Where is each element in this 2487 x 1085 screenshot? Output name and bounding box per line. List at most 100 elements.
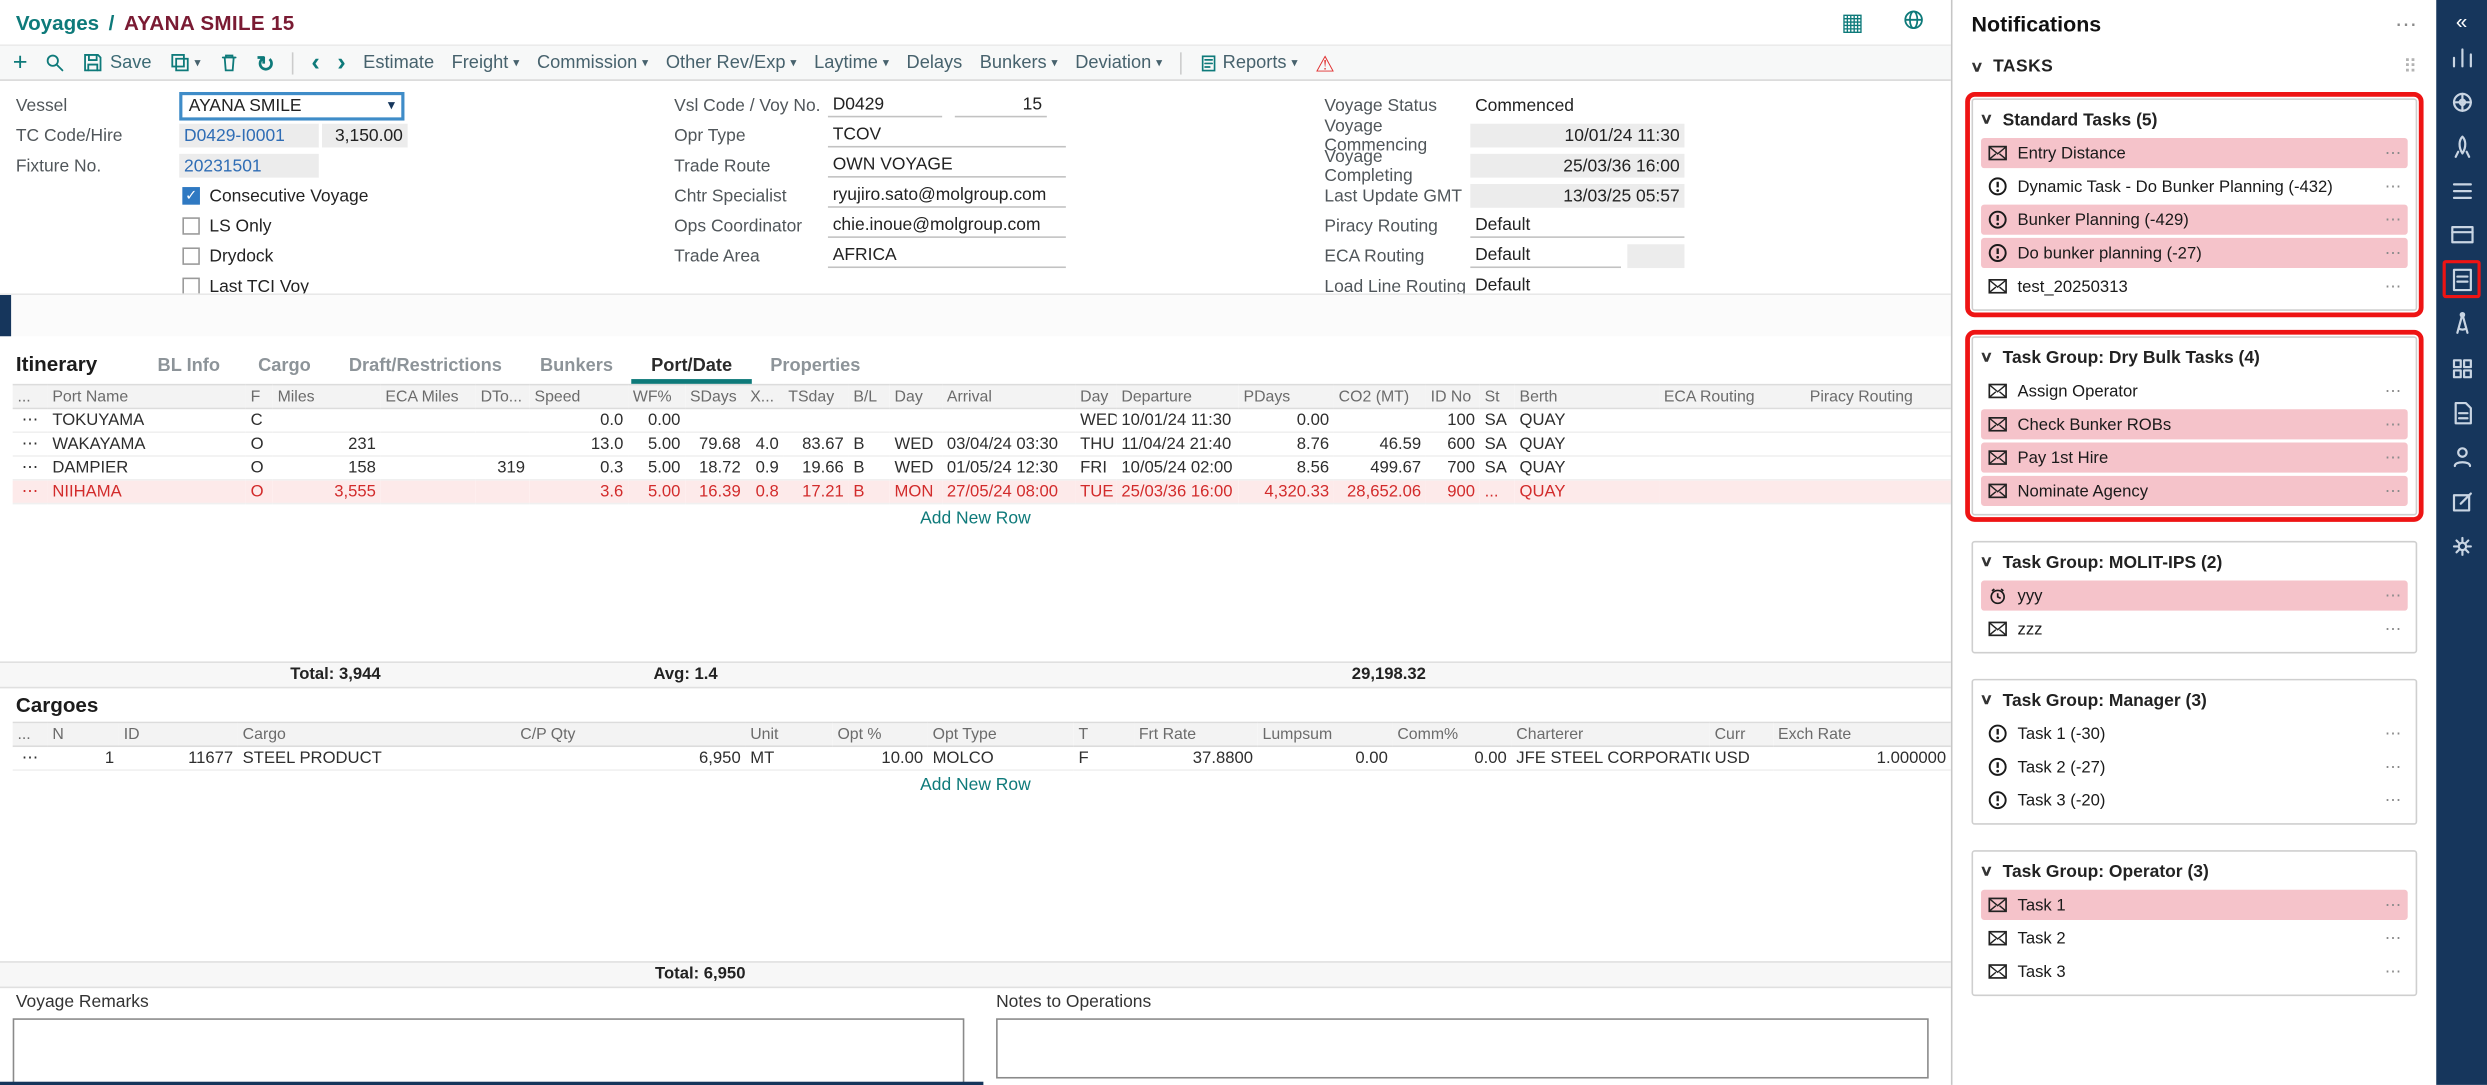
cell-opt-type[interactable]: MOLCO (928, 746, 1074, 770)
trade-route-field[interactable]: OWN VOYAGE (828, 154, 1066, 178)
cell-arrival[interactable]: 01/05/24 12:30 (942, 456, 1075, 480)
cell-st[interactable]: ... (1480, 480, 1515, 504)
cell-id-no[interactable]: 900 (1426, 480, 1480, 504)
cell-f[interactable]: C (246, 408, 273, 432)
row-menu-icon[interactable]: ⋯ (13, 408, 48, 432)
sidebar-item-helm[interactable] (2443, 82, 2481, 120)
cell-tsday[interactable]: 17.21 (784, 480, 849, 504)
cell-day-dep[interactable]: TUE (1075, 480, 1116, 504)
cell-tsday[interactable]: 19.66 (784, 456, 849, 480)
breadcrumb-voyages-link[interactable]: Voyages (16, 10, 99, 34)
cell-piracy-routing[interactable] (1805, 408, 1951, 432)
sidebar-item-analytics[interactable] (2443, 38, 2481, 76)
menu-deviation[interactable]: Deviation▾ (1075, 53, 1162, 72)
task-group-header[interactable]: ∨ Task Group: Manager (3) (1981, 685, 2408, 715)
cargo-row[interactable]: ⋯ 1 11677 STEEL PRODUCT 6,950 MT 10.00 M… (13, 746, 1951, 770)
task-menu-icon[interactable]: ⋯ (2385, 415, 2402, 434)
task-item[interactable]: Task 2 (-27) ⋯ (1981, 752, 2408, 782)
checkbox-drydock[interactable]: ✓ Drydock (182, 244, 407, 268)
cell-x[interactable]: 0.9 (745, 456, 783, 480)
sidebar-item-document[interactable] (2443, 393, 2481, 431)
task-item[interactable]: Nominate Agency ⋯ (1981, 476, 2408, 506)
cell-day-arr[interactable]: MON (890, 480, 942, 504)
menu-estimate[interactable]: Estimate (363, 53, 434, 72)
checkbox-box[interactable]: ✓ (182, 278, 199, 295)
task-item[interactable]: Task 2 ⋯ (1981, 923, 2408, 953)
cell-bl[interactable]: B (849, 432, 890, 456)
delete-button[interactable] (218, 52, 239, 73)
task-menu-icon[interactable]: ⋯ (2385, 481, 2402, 500)
task-menu-icon[interactable]: ⋯ (2385, 791, 2402, 810)
cell-berth[interactable]: QUAY (1515, 432, 1659, 456)
cell-st[interactable]: SA (1480, 432, 1515, 456)
task-item[interactable]: Assign Operator ⋯ (1981, 376, 2408, 406)
sidebar-item-rocket[interactable] (2443, 127, 2481, 165)
cell-co2[interactable] (1334, 408, 1426, 432)
task-menu-icon[interactable]: ⋯ (2385, 210, 2402, 229)
notes-to-operations-input[interactable] (996, 1018, 1929, 1078)
cell-berth[interactable]: QUAY (1515, 456, 1659, 480)
row-menu-icon[interactable]: ⋯ (13, 746, 48, 770)
cell-st[interactable]: SA (1480, 408, 1515, 432)
cell-n[interactable]: 1 (48, 746, 119, 770)
cell-day-arr[interactable]: WED (890, 456, 942, 480)
tasks-section-header[interactable]: ∨ TASKS ⠿ (1952, 48, 2436, 86)
task-item[interactable]: Task 3 ⋯ (1981, 956, 2408, 986)
cell-eca-routing[interactable] (1659, 480, 1805, 504)
cell-st[interactable]: SA (1480, 456, 1515, 480)
task-menu-icon[interactable]: ⋯ (2385, 144, 2402, 163)
cell-qty[interactable]: 6,950 (515, 746, 745, 770)
cell-co2[interactable]: 46.59 (1334, 432, 1426, 456)
cell-f[interactable]: O (246, 480, 273, 504)
cell-port[interactable]: NIIHAMA (48, 480, 246, 504)
task-item[interactable]: Pay 1st Hire ⋯ (1981, 443, 2408, 473)
cell-lumpsum[interactable]: 0.00 (1258, 746, 1393, 770)
cell-sdays[interactable]: 18.72 (685, 456, 745, 480)
cell-departure[interactable]: 10/01/24 11:30 (1117, 408, 1239, 432)
task-item[interactable]: Task 1 (-30) ⋯ (1981, 719, 2408, 749)
sidebar-item-compass[interactable] (2443, 305, 2481, 343)
sidebar-item-person[interactable] (2443, 438, 2481, 476)
cell-miles[interactable] (273, 408, 381, 432)
sidebar-item-settings[interactable] (2443, 527, 2481, 565)
cell-piracy-routing[interactable] (1805, 432, 1951, 456)
cell-comm[interactable]: 0.00 (1393, 746, 1512, 770)
cell-piracy-routing[interactable] (1805, 480, 1951, 504)
task-item[interactable]: test_20250313 ⋯ (1981, 271, 2408, 301)
splitter-handle[interactable] (0, 295, 11, 336)
task-group-header[interactable]: ∨ Task Group: Operator (3) (1981, 856, 2408, 886)
cell-f[interactable]: O (246, 432, 273, 456)
cell-exch-rate[interactable]: 1.000000 (1773, 746, 1951, 770)
cell-eca-miles[interactable] (381, 432, 476, 456)
menu-other-rev-exp[interactable]: Other Rev/Exp▾ (666, 53, 797, 72)
itinerary-row[interactable]: ⋯ WAKAYAMA O 231 13.0 5.00 79.68 4.0 83.… (13, 432, 1951, 456)
cell-berth[interactable]: QUAY (1515, 480, 1659, 504)
cell-opt-pct[interactable]: 10.00 (833, 746, 928, 770)
checkbox-box[interactable]: ✓ (182, 187, 199, 204)
cell-co2[interactable]: 499.67 (1334, 456, 1426, 480)
cell-arrival[interactable] (942, 408, 1075, 432)
task-item[interactable]: yyy ⋯ (1981, 581, 2408, 611)
task-menu-icon[interactable]: ⋯ (2385, 448, 2402, 467)
task-menu-icon[interactable]: ⋯ (2385, 619, 2402, 638)
add-button[interactable]: + (13, 50, 28, 75)
cell-x[interactable]: 0.8 (745, 480, 783, 504)
cell-dto[interactable] (476, 408, 530, 432)
cell-arrival[interactable]: 03/04/24 03:30 (942, 432, 1075, 456)
cell-eca-routing[interactable] (1659, 432, 1805, 456)
task-menu-icon[interactable]: ⋯ (2385, 277, 2402, 296)
cell-miles[interactable]: 158 (273, 456, 381, 480)
voyage-commencing-field[interactable]: 10/01/24 11:30 (1470, 124, 1684, 148)
cell-dto[interactable] (476, 432, 530, 456)
itinerary-row[interactable]: ⋯ NIIHAMA O 3,555 3.6 5.00 16.39 0.8 17.… (13, 480, 1951, 504)
tc-code-field[interactable]: D0429-I0001 (179, 124, 319, 148)
cell-charterer[interactable]: JFE STEEL CORPORATIO (1512, 746, 1710, 770)
task-menu-icon[interactable]: ⋯ (2385, 757, 2402, 776)
tab-port-date[interactable]: Port/Date (632, 357, 751, 384)
cell-curr[interactable]: USD (1710, 746, 1773, 770)
cell-x[interactable]: 4.0 (745, 432, 783, 456)
vessel-field[interactable]: AYANA SMILE ▾ (179, 91, 404, 120)
cell-miles[interactable]: 231 (273, 432, 381, 456)
cell-sdays[interactable] (685, 408, 745, 432)
sidebar-item-apps[interactable] (2443, 349, 2481, 387)
